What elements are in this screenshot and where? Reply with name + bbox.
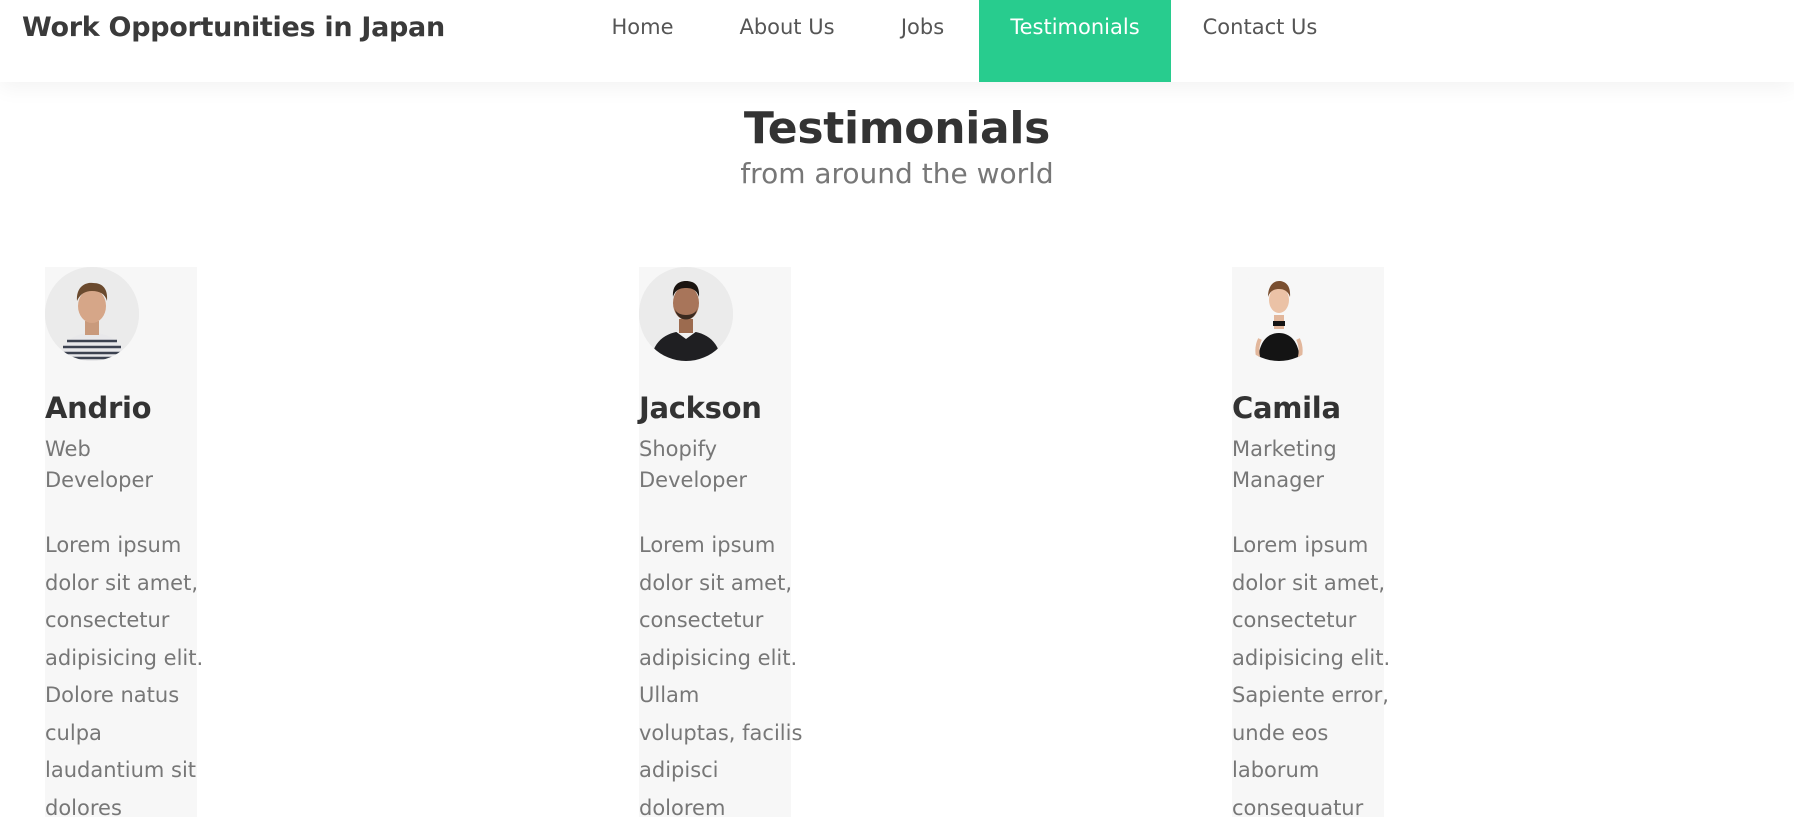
person-black-sweater-avatar	[639, 267, 733, 361]
testimonial-card: Jackson Shopify Developer Lorem ipsum do…	[639, 267, 803, 817]
nav-item-jobs[interactable]: Jobs	[875, 0, 970, 82]
section-title: Testimonials	[743, 103, 1051, 154]
nav-item-contact-us[interactable]: Contact Us	[1180, 0, 1340, 82]
testimonial-name: Andrio	[45, 391, 152, 425]
person-striped-shirt-avatar	[45, 267, 139, 361]
person-black-top-avatar	[1232, 267, 1326, 361]
testimonial-quote: Lorem ipsum dolor sit amet, consectetur …	[639, 533, 803, 817]
testimonial-quote: Lorem ipsum dolor sit amet, consectetur …	[1232, 533, 1391, 817]
testimonial-card: Camila Marketing Manager Lorem ipsum dol…	[1232, 267, 1391, 817]
testimonial-card: Andrio Web Developer Lorem ipsum dolor s…	[45, 267, 204, 817]
site-brand-logo[interactable]: Work Opportunities in Japan	[22, 12, 445, 43]
top-navbar: Work Opportunities in Japan Home About U…	[0, 0, 1794, 82]
section-subtitle: from around the world	[740, 157, 1054, 190]
testimonial-quote: Lorem ipsum dolor sit amet, consectetur …	[45, 533, 204, 817]
testimonial-role: Marketing Manager	[1232, 437, 1337, 492]
nav-item-home[interactable]: Home	[592, 0, 693, 82]
testimonials-heading: Testimonials from around the world	[0, 100, 1794, 192]
testimonial-name: Jackson	[639, 391, 762, 425]
testimonial-role: Web Developer	[45, 437, 154, 492]
nav-item-testimonials[interactable]: Testimonials	[979, 0, 1171, 82]
testimonial-name: Camila	[1232, 391, 1341, 425]
testimonial-role: Shopify Developer	[639, 437, 748, 492]
nav-item-about-us[interactable]: About Us	[707, 0, 867, 82]
